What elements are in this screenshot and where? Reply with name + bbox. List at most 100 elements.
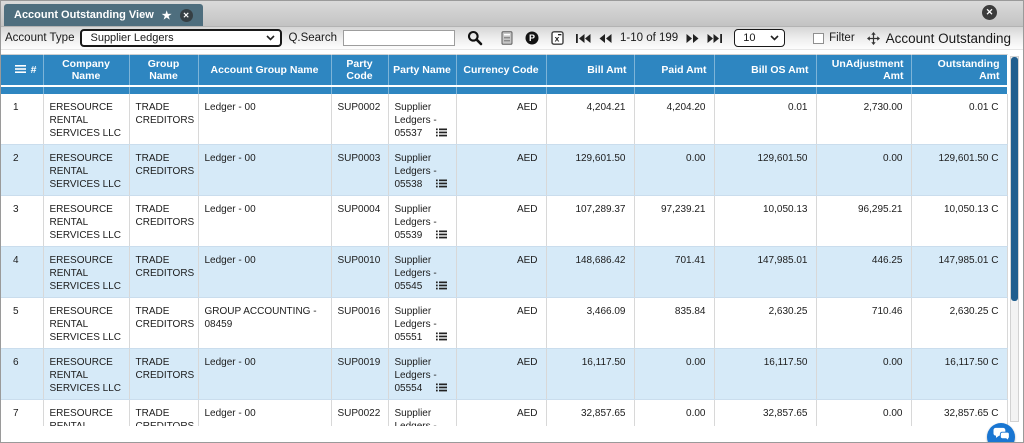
party-ledger-list-icon[interactable] bbox=[436, 230, 448, 243]
column-header-index[interactable]: # bbox=[1, 54, 44, 86]
cell-party-name: Supplier Ledgers - 05551 bbox=[388, 297, 457, 349]
cell-outstanding-amt: 32,857.65 C bbox=[911, 399, 1008, 426]
cell-currency-code: AED bbox=[456, 93, 547, 145]
content-area: # Company Name Group Name Account Group … bbox=[1, 50, 1023, 442]
column-header-outstanding-amt[interactable]: Outstanding Amt bbox=[911, 54, 1008, 86]
column-header-bill-amt[interactable]: Bill Amt bbox=[546, 54, 635, 86]
cell-company-name: ERESOURCE RENTAL SERVICES LLC bbox=[43, 144, 130, 196]
page-size-value: 10 bbox=[743, 32, 756, 44]
chat-button[interactable] bbox=[987, 423, 1015, 442]
column-header-account-group-name[interactable]: Account Group Name bbox=[198, 54, 332, 86]
cell-paid-amt: 0.00 bbox=[634, 348, 715, 400]
cell-row-number: 6 bbox=[1, 348, 44, 400]
export-excel-icon[interactable]: x bbox=[551, 31, 564, 45]
column-header-company-name[interactable]: Company Name bbox=[43, 54, 130, 86]
cell-bill-os-amt: 32,857.65 bbox=[714, 399, 817, 426]
column-header-party-code[interactable]: Party Code bbox=[331, 54, 389, 86]
cell-party-code: SUP0004 bbox=[331, 195, 389, 247]
cell-account-group-name: Ledger - 00 bbox=[198, 144, 332, 196]
page-size-select[interactable]: 10 bbox=[734, 29, 786, 47]
cell-account-group-name: Ledger - 00 bbox=[198, 348, 332, 400]
table-body: 1 ERESOURCE RENTAL SERVICES LLC TRADE CR… bbox=[1, 93, 1008, 426]
tab-bar: Account Outstanding View ★ ✕ ✕ bbox=[1, 1, 1023, 27]
cell-company-name: ERESOURCE RENTAL SERVICES LLC bbox=[43, 195, 130, 247]
first-page-icon[interactable] bbox=[576, 33, 591, 43]
cell-group-name: TRADE CREDITORS bbox=[129, 399, 199, 426]
cell-company-name: ERESOURCE RENTAL SERVICES LLC bbox=[43, 297, 130, 349]
column-header-paid-amt[interactable]: Paid Amt bbox=[634, 54, 715, 86]
cell-currency-code: AED bbox=[456, 348, 547, 400]
table-row[interactable]: 2 ERESOURCE RENTAL SERVICES LLC TRADE CR… bbox=[1, 144, 1008, 196]
table-row[interactable]: 1 ERESOURCE RENTAL SERVICES LLC TRADE CR… bbox=[1, 93, 1008, 145]
party-ledger-list-icon[interactable] bbox=[436, 179, 448, 192]
tab-account-outstanding-view[interactable]: Account Outstanding View ★ ✕ bbox=[4, 4, 203, 26]
filter-checkbox[interactable] bbox=[813, 32, 825, 44]
column-menu-icon[interactable] bbox=[14, 64, 26, 76]
scrollbar-thumb[interactable] bbox=[1011, 57, 1018, 301]
vertical-scrollbar[interactable] bbox=[1010, 56, 1019, 422]
account-outstanding-table: # Company Name Group Name Account Group … bbox=[1, 54, 1008, 426]
cell-party-code: SUP0010 bbox=[331, 246, 389, 298]
cell-group-name: TRADE CREDITORS bbox=[129, 348, 199, 400]
filter-label: Filter bbox=[829, 32, 855, 44]
column-header-currency-code[interactable]: Currency Code bbox=[456, 54, 547, 86]
party-ledger-list-icon[interactable] bbox=[436, 281, 448, 294]
cell-account-group-name: Ledger - 00 bbox=[198, 195, 332, 247]
cell-bill-amt: 32,857.65 bbox=[546, 399, 635, 426]
cell-bill-os-amt: 129,601.50 bbox=[714, 144, 817, 196]
party-ledger-list-icon[interactable] bbox=[436, 383, 448, 396]
table-row[interactable]: 7 ERESOURCE RENTAL SERVICES LLC TRADE CR… bbox=[1, 399, 1008, 426]
cell-company-name: ERESOURCE RENTAL SERVICES LLC bbox=[43, 246, 130, 298]
search-icon[interactable] bbox=[467, 30, 483, 46]
column-header-bill-os-amt[interactable]: Bill OS Amt bbox=[714, 54, 817, 86]
cell-bill-amt: 107,289.37 bbox=[546, 195, 635, 247]
filter-control: Filter bbox=[813, 32, 855, 44]
cell-group-name: TRADE CREDITORS bbox=[129, 93, 199, 145]
party-ledger-list-icon[interactable] bbox=[436, 128, 448, 141]
cell-group-name: TRADE CREDITORS bbox=[129, 297, 199, 349]
tab-close-icon[interactable]: ✕ bbox=[179, 8, 193, 22]
chevron-down-icon bbox=[260, 35, 276, 41]
cell-party-name: Supplier Ledgers - 05538 bbox=[388, 144, 457, 196]
cell-account-group-name: Ledger - 00 bbox=[198, 93, 332, 145]
column-header-party-name[interactable]: Party Name bbox=[388, 54, 457, 86]
cell-group-name: TRADE CREDITORS bbox=[129, 246, 199, 298]
table-row[interactable]: 4 ERESOURCE RENTAL SERVICES LLC TRADE CR… bbox=[1, 246, 1008, 298]
search-input[interactable] bbox=[343, 30, 456, 46]
next-page-icon[interactable] bbox=[686, 33, 699, 43]
cell-unadjustment-amt: 96,295.21 bbox=[816, 195, 912, 247]
cell-row-number: 2 bbox=[1, 144, 44, 196]
cell-bill-os-amt: 10,050.13 bbox=[714, 195, 817, 247]
account-type-select[interactable]: Supplier Ledgers bbox=[80, 29, 283, 47]
cell-currency-code: AED bbox=[456, 399, 547, 426]
export-document-icon[interactable] bbox=[501, 31, 513, 45]
column-header-unadjustment-amt[interactable]: UnAdjustment Amt bbox=[816, 54, 912, 86]
cell-bill-os-amt: 0.01 bbox=[714, 93, 817, 145]
cell-row-number: 3 bbox=[1, 195, 44, 247]
page-close-button[interactable]: ✕ bbox=[982, 5, 997, 20]
export-pdf-icon[interactable]: P bbox=[525, 31, 539, 45]
cell-unadjustment-amt: 2,730.00 bbox=[816, 93, 912, 145]
table-row[interactable]: 5 ERESOURCE RENTAL SERVICES LLC TRADE CR… bbox=[1, 297, 1008, 349]
cell-outstanding-amt: 10,050.13 C bbox=[911, 195, 1008, 247]
cell-row-number: 7 bbox=[1, 399, 44, 426]
cell-bill-amt: 4,204.21 bbox=[546, 93, 635, 145]
column-header-group-name[interactable]: Group Name bbox=[129, 54, 199, 86]
cell-row-number: 5 bbox=[1, 297, 44, 349]
cell-paid-amt: 4,204.20 bbox=[634, 93, 715, 145]
party-ledger-list-icon[interactable] bbox=[436, 332, 448, 345]
cell-party-name: Supplier Ledgers - 05539 bbox=[388, 195, 457, 247]
cell-currency-code: AED bbox=[456, 195, 547, 247]
pagination: 1-10 of 199 bbox=[576, 32, 723, 44]
move-crosshair-icon[interactable] bbox=[866, 31, 880, 45]
cell-unadjustment-amt: 0.00 bbox=[816, 399, 912, 426]
table-row[interactable]: 6 ERESOURCE RENTAL SERVICES LLC TRADE CR… bbox=[1, 348, 1008, 400]
favorite-star-icon[interactable]: ★ bbox=[162, 9, 172, 22]
previous-page-icon[interactable] bbox=[599, 33, 612, 43]
last-page-icon[interactable] bbox=[707, 33, 723, 43]
cell-party-code: SUP0003 bbox=[331, 144, 389, 196]
cell-bill-amt: 129,601.50 bbox=[546, 144, 635, 196]
cell-row-number: 4 bbox=[1, 246, 44, 298]
table-row[interactable]: 3 ERESOURCE RENTAL SERVICES LLC TRADE CR… bbox=[1, 195, 1008, 247]
cell-paid-amt: 835.84 bbox=[634, 297, 715, 349]
